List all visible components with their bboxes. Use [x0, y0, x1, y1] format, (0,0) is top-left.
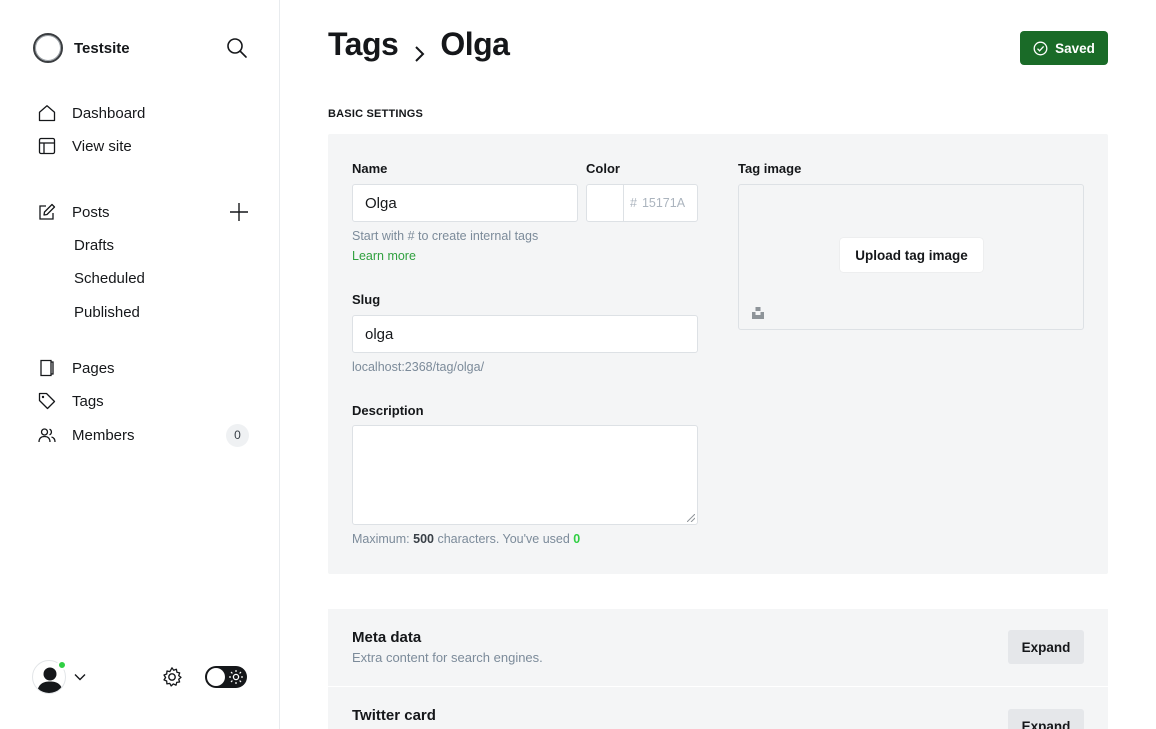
members-icon — [38, 426, 56, 444]
meta-data-subtitle: Extra content for search engines. — [352, 650, 543, 665]
toggle-knob — [207, 668, 225, 686]
tag-image-dropzone[interactable]: Upload tag image — [738, 184, 1084, 330]
sidebar-item-label: Dashboard — [72, 104, 146, 122]
meta-data-expand-button[interactable]: Expand — [1008, 630, 1084, 664]
breadcrumb: Tags Olga — [328, 26, 510, 63]
home-icon — [38, 104, 56, 122]
color-swatch[interactable] — [586, 184, 624, 222]
name-field[interactable]: Olga — [352, 184, 578, 222]
sidebar-item-label: Tags — [72, 392, 104, 410]
twitter-card-expand-button[interactable]: Expand — [1008, 709, 1084, 729]
unsplash-icon[interactable] — [751, 306, 765, 320]
sidebar-item-tags[interactable]: Tags — [38, 389, 104, 413]
layout-icon — [38, 137, 56, 155]
section-title: BASIC SETTINGS — [328, 108, 424, 120]
desc-used-count: 0 — [573, 532, 581, 546]
saved-label: Saved — [1055, 40, 1095, 56]
description-field[interactable] — [352, 425, 698, 525]
sidebar-subitem-published[interactable]: Published — [74, 304, 140, 321]
sidebar: Testsite Dashboard View site Posts Draft… — [0, 0, 280, 729]
basic-settings-card: Name Olga Color # 15171A Start with # to… — [328, 134, 1108, 574]
color-label: Color — [586, 161, 620, 176]
description-hint: Maximum: 500 characters. You've used 0 — [352, 532, 580, 546]
members-count-badge: 0 — [226, 424, 249, 447]
dark-mode-toggle[interactable] — [205, 666, 247, 688]
name-hint: Start with # to create internal tags — [352, 229, 539, 243]
description-label: Description — [352, 403, 424, 418]
color-hash: # — [630, 196, 637, 210]
chevron-right-icon — [410, 35, 430, 62]
learn-more-link[interactable]: Learn more — [352, 249, 416, 263]
sidebar-item-view-site[interactable]: View site — [38, 134, 132, 158]
site-logo — [33, 33, 63, 63]
slug-field[interactable]: olga — [352, 315, 698, 353]
meta-data-title: Meta data — [352, 629, 422, 646]
slug-label: Slug — [352, 292, 381, 307]
search-icon[interactable] — [226, 37, 248, 59]
sidebar-subitem-drafts[interactable]: Drafts — [74, 237, 114, 254]
chevron-down-icon[interactable] — [73, 670, 87, 684]
sidebar-item-posts[interactable]: Posts — [38, 200, 110, 224]
edit-icon — [38, 203, 56, 221]
sidebar-item-dashboard[interactable]: Dashboard — [38, 101, 145, 125]
desc-hint-prefix: Maximum: — [352, 532, 414, 546]
color-field[interactable]: # 15171A — [623, 184, 698, 222]
tag-icon — [38, 392, 56, 410]
sidebar-item-members[interactable]: Members — [38, 423, 135, 447]
twitter-card-title: Twitter card — [352, 707, 436, 724]
site-name: Testsite — [74, 39, 130, 57]
desc-hint-mid: characters. You've used — [433, 532, 574, 546]
page-title: Olga — [440, 26, 510, 62]
slug-url: localhost:2368/tag/olga/ — [352, 360, 485, 374]
name-label: Name — [352, 161, 388, 176]
twitter-card-section: Twitter card Expand — [328, 687, 1108, 729]
page-icon — [38, 359, 56, 377]
new-post-plus-icon[interactable] — [228, 201, 250, 223]
saved-button[interactable]: Saved — [1020, 31, 1108, 65]
online-status-dot — [57, 660, 67, 670]
desc-max: 500 — [413, 532, 434, 546]
sun-icon — [228, 669, 244, 685]
color-placeholder: 15171A — [641, 196, 686, 210]
user-avatar-button[interactable] — [32, 660, 67, 694]
site-brand[interactable]: Testsite — [33, 33, 130, 63]
sidebar-subitem-scheduled[interactable]: Scheduled — [74, 270, 145, 287]
check-circle-icon — [1033, 41, 1048, 55]
sidebar-item-label: Posts — [72, 203, 110, 221]
sidebar-item-label: Pages — [72, 359, 115, 377]
upload-tag-image-button[interactable]: Upload tag image — [840, 238, 983, 272]
breadcrumb-tags-link[interactable]: Tags — [328, 26, 399, 63]
resize-grip-icon[interactable] — [687, 514, 695, 522]
sidebar-item-label: View site — [72, 137, 132, 155]
sidebar-item-pages[interactable]: Pages — [38, 356, 115, 380]
gear-icon[interactable] — [161, 666, 183, 688]
main-content: Tags Olga Saved BASIC SETTINGS Name Olga… — [280, 0, 1156, 729]
sidebar-item-label: Members — [72, 426, 135, 444]
meta-data-section: Meta data Extra content for search engin… — [328, 609, 1108, 686]
tag-image-label: Tag image — [738, 161, 802, 176]
